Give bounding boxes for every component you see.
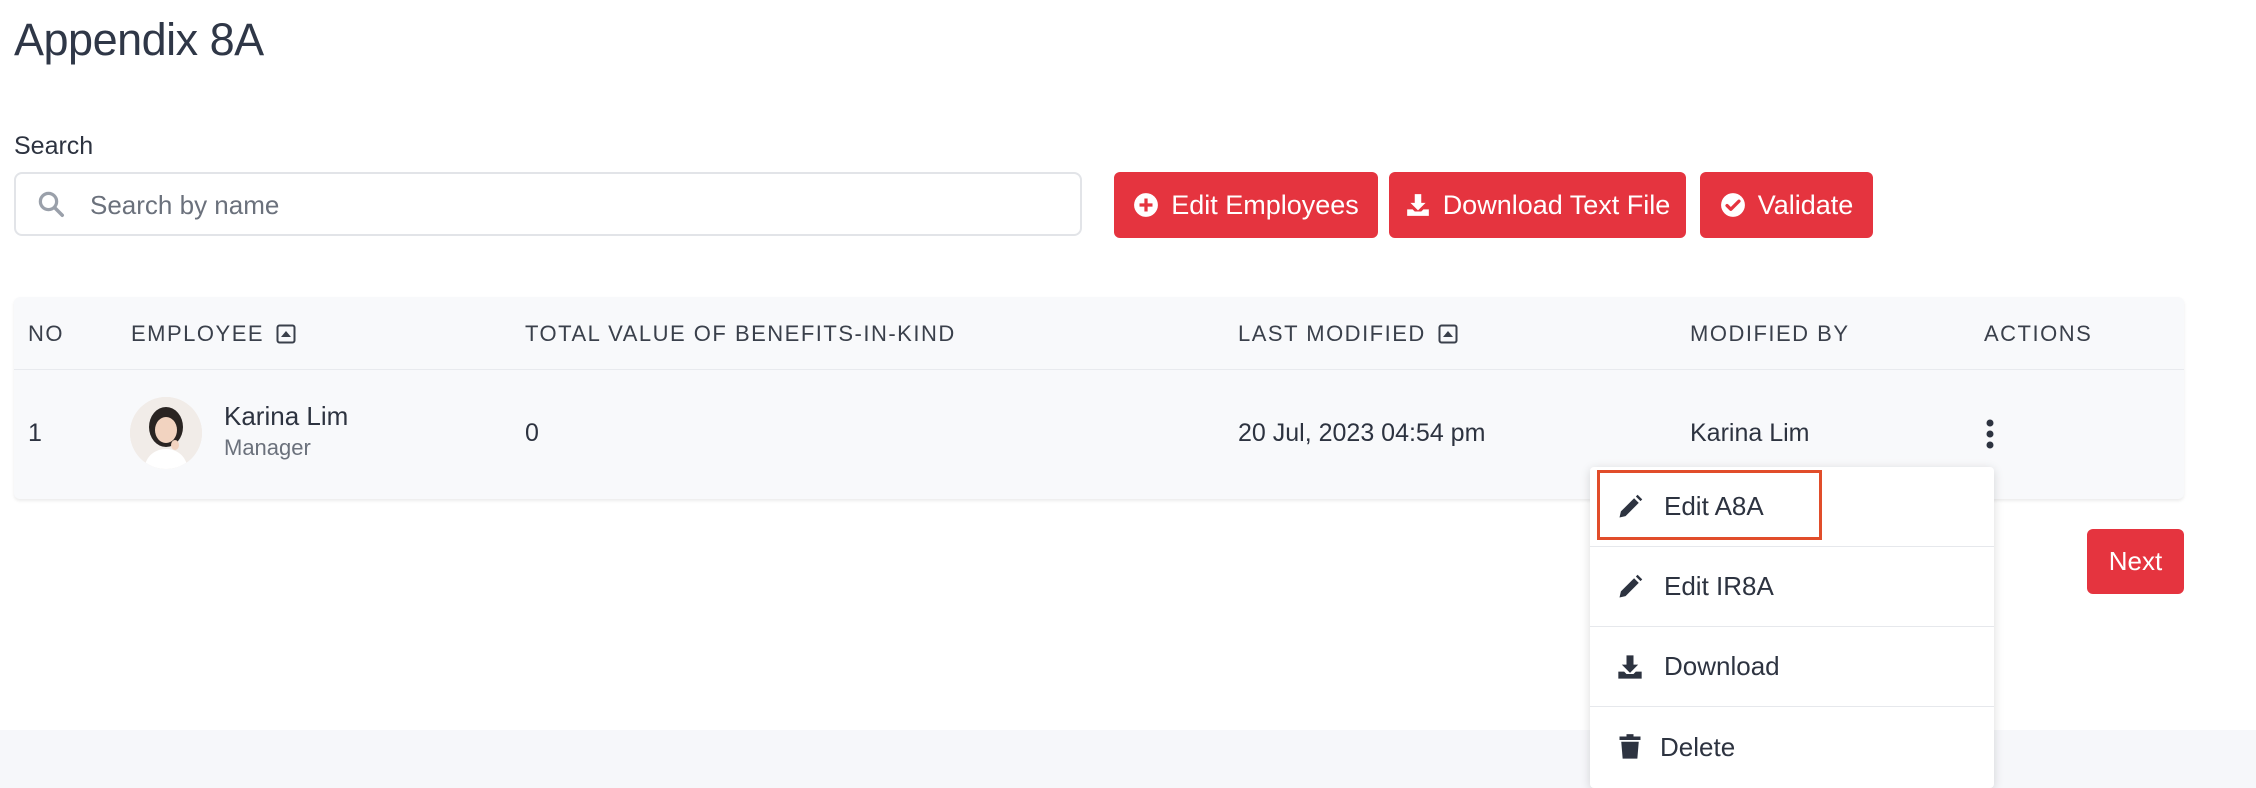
plus-circle-icon <box>1134 193 1159 217</box>
download-icon <box>1618 654 1642 679</box>
validate-label: Validate <box>1757 189 1854 220</box>
avatar-photo <box>130 397 202 469</box>
col-header-last-modified-label: LAST MODIFIED <box>1238 321 1426 346</box>
check-circle-icon <box>1720 193 1745 217</box>
header-divider <box>14 369 2184 370</box>
search-input[interactable] <box>88 182 1052 228</box>
col-header-modified-by-label: MODIFIED BY <box>1690 321 1850 346</box>
menu-item-label: Download <box>1664 651 1780 681</box>
search-label: Search <box>14 132 94 160</box>
validate-button[interactable]: Validate <box>1700 172 1873 238</box>
actions-dropdown-menu: Edit A8A Edit IR8A Download Delete <box>1590 467 1994 788</box>
pencil-icon <box>1619 494 1643 517</box>
sort-icon[interactable] <box>1438 324 1458 344</box>
row-no: 1 <box>28 419 42 447</box>
search-icon <box>38 191 64 217</box>
sort-icon[interactable] <box>276 324 296 344</box>
menu-item-label: Edit IR8A <box>1664 571 1774 601</box>
menu-item-label: Edit A8A <box>1664 491 1764 521</box>
col-header-employee[interactable]: EMPLOYEE <box>131 321 296 347</box>
download-icon <box>1406 194 1429 216</box>
edit-employees-label: Edit Employees <box>1171 189 1359 220</box>
employee-name[interactable]: Karina Lim <box>224 401 348 432</box>
menu-item-download[interactable]: Download <box>1590 627 1994 707</box>
menu-item-edit-a8a[interactable]: Edit A8A <box>1590 467 1994 547</box>
download-text-file-label: Download Text File <box>1442 189 1671 220</box>
col-header-benefits: TOTAL VALUE OF BENEFITS-IN-KIND <box>525 321 956 347</box>
modified-by-value: Karina Lim <box>1690 419 1810 447</box>
menu-item-delete[interactable]: Delete <box>1590 707 1994 787</box>
next-button[interactable]: Next <box>2087 529 2184 594</box>
col-header-actions-label: ACTIONS <box>1984 321 2093 346</box>
more-actions-icon[interactable] <box>1984 419 1996 449</box>
avatar <box>130 397 202 469</box>
col-header-no-label: NO <box>28 321 64 346</box>
download-text-file-button[interactable]: Download Text File <box>1389 172 1686 238</box>
col-header-benefits-label: TOTAL VALUE OF BENEFITS-IN-KIND <box>525 321 956 346</box>
trash-icon <box>1619 734 1641 759</box>
col-header-modified-by: MODIFIED BY <box>1690 321 1850 347</box>
page-title: Appendix 8A <box>14 14 264 65</box>
menu-item-label: Delete <box>1660 731 1736 762</box>
last-modified-value: 20 Jul, 2023 04:54 pm <box>1238 419 1486 447</box>
col-header-no: NO <box>28 321 64 347</box>
pencil-icon <box>1619 574 1643 597</box>
col-header-employee-label: EMPLOYEE <box>131 321 265 346</box>
search-box[interactable] <box>14 172 1082 236</box>
benefits-value: 0 <box>525 419 539 447</box>
employee-role: Manager <box>224 435 311 460</box>
col-header-last-modified[interactable]: LAST MODIFIED <box>1238 321 1458 347</box>
edit-employees-button[interactable]: Edit Employees <box>1114 172 1378 238</box>
menu-item-edit-ir8a[interactable]: Edit IR8A <box>1590 547 1994 627</box>
col-header-actions: ACTIONS <box>1984 321 2092 347</box>
